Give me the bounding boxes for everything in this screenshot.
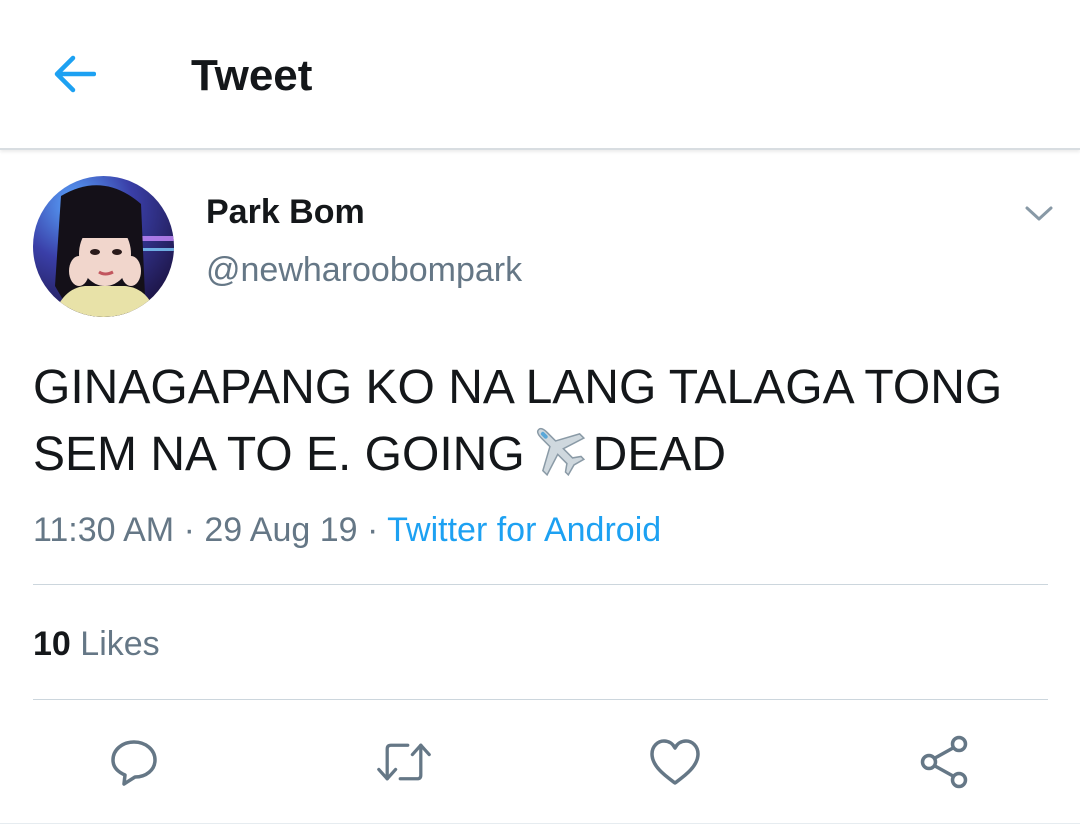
retweet-icon xyxy=(377,743,431,781)
tweet-text-line-2-end: DEAD xyxy=(592,428,727,481)
tweet-text-line-1: GINAGAPANG KO NA LANG TALAGA TONG xyxy=(33,361,1003,414)
share-button[interactable] xyxy=(917,734,973,790)
divider xyxy=(33,584,1048,585)
tweet-source-link[interactable]: Twitter for Android xyxy=(387,511,661,549)
share-icon xyxy=(920,735,968,789)
author-display-name[interactable]: Park Bom xyxy=(206,190,365,234)
back-button[interactable] xyxy=(48,50,100,98)
author-handle[interactable]: @newharoobompark xyxy=(206,248,522,292)
like-button[interactable] xyxy=(647,734,703,790)
divider xyxy=(0,823,1080,824)
meta-separator: · xyxy=(183,511,195,549)
reply-icon xyxy=(111,740,157,786)
likes-count: 10 xyxy=(33,625,71,663)
meta-separator-2: · xyxy=(366,511,379,549)
divider xyxy=(33,699,1048,700)
tweet-text-line-2: SEM NA TO E. GOING DEAD xyxy=(33,420,1053,493)
heart-icon xyxy=(650,739,700,785)
retweet-button[interactable] xyxy=(376,734,432,790)
likes-stat[interactable]: 10 Likes xyxy=(33,622,160,666)
tweet-meta: 11:30 AM · 29 Aug 19 · Twitter for Andro… xyxy=(33,508,661,552)
page-title: Tweet xyxy=(191,51,313,100)
airplane-icon xyxy=(527,420,587,493)
arrow-left-icon xyxy=(54,55,96,93)
avatar[interactable] xyxy=(33,176,174,317)
tweet-text-line-2-text: SEM NA TO E. GOING xyxy=(33,428,525,481)
tweet-date: 29 Aug 19 xyxy=(204,511,358,549)
likes-label: Likes xyxy=(80,625,160,663)
tweet-options-button[interactable] xyxy=(1018,196,1060,232)
chevron-down-icon xyxy=(1025,206,1053,221)
top-app-bar: Tweet xyxy=(0,0,1080,150)
tweet-text: GINAGAPANG KO NA LANG TALAGA TONG SEM NA… xyxy=(33,355,1053,493)
tweet-time: 11:30 AM xyxy=(33,511,175,549)
reply-button[interactable] xyxy=(106,734,162,790)
